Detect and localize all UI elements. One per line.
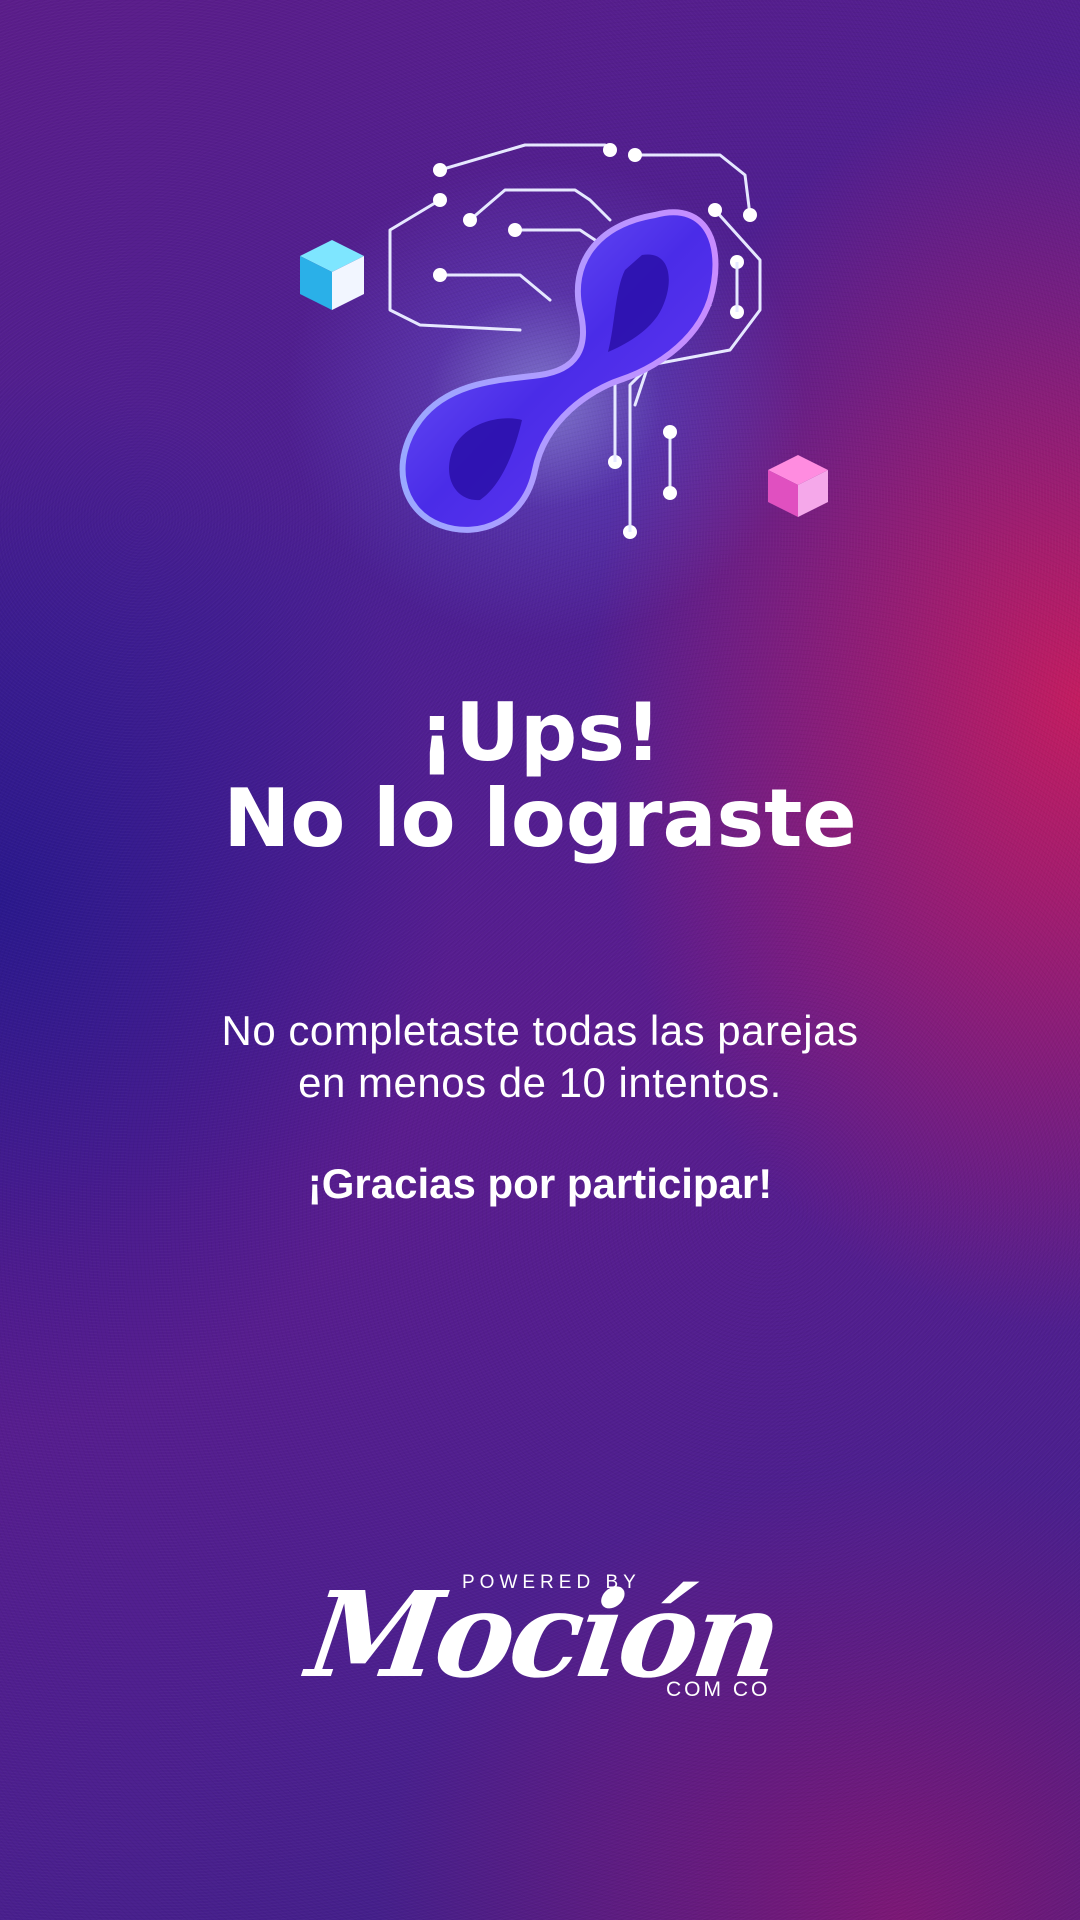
circuit-brain-illustration [300, 143, 828, 539]
thanks-text: ¡Gracias por participar! [307, 1160, 773, 1207]
message-line-1: No completaste todas las parejas [221, 1007, 859, 1054]
mocion-logo: POWERED BY Moción COM CO [300, 1560, 786, 1710]
blue-cube-icon [300, 240, 364, 310]
message-line-2: en menos de 10 intentos. [298, 1059, 782, 1106]
title-line-ups: ¡Ups! [418, 686, 662, 779]
title-line-failed: No lo lograste [223, 772, 857, 865]
brand-suffix: COM CO [666, 1678, 771, 1701]
result-title: ¡Ups! No lo lograste [0, 690, 1080, 862]
pink-cube-icon [768, 455, 828, 517]
result-message: No completaste todas las parejas en meno… [0, 1005, 1080, 1109]
